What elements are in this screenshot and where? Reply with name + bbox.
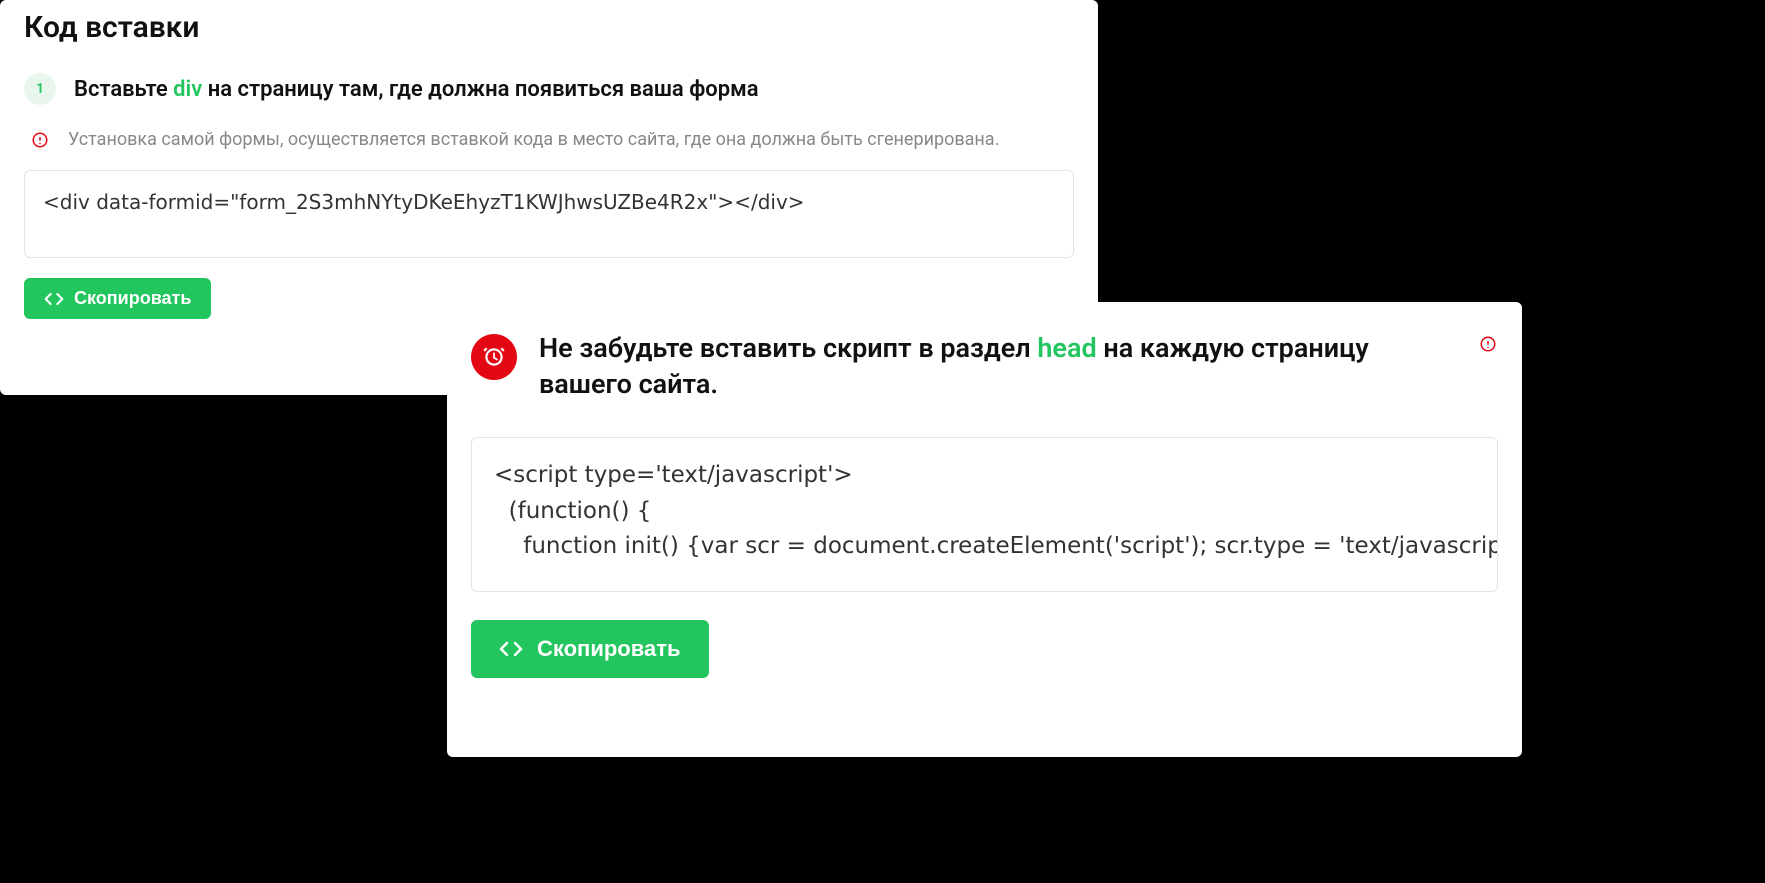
- step-text-after: на страницу там, где должна появиться ва…: [202, 77, 758, 102]
- reminder-header: Не забудьте вставить скрипт в раздел hea…: [471, 330, 1498, 403]
- card-title: Код вставки: [24, 10, 1074, 45]
- step-number-badge: 1: [24, 73, 56, 105]
- step-keyword: div: [173, 77, 202, 102]
- reminder-keyword: head: [1037, 332, 1096, 364]
- script-code-box[interactable]: <script type='text/javascript'> (functio…: [471, 437, 1498, 592]
- copy-div-button[interactable]: Скопировать: [24, 278, 211, 319]
- info-icon: [30, 130, 50, 150]
- info-icon[interactable]: [1478, 334, 1498, 354]
- code-icon: [499, 637, 523, 661]
- info-text: Установка самой формы, осуществляется вс…: [68, 129, 999, 150]
- info-row: Установка самой формы, осуществляется вс…: [24, 129, 1074, 150]
- reminder-text: Не забудьте вставить скрипт в раздел hea…: [539, 330, 1450, 403]
- alarm-icon: [471, 334, 517, 380]
- step-instruction: Вставьте div на страницу там, где должна…: [74, 77, 759, 102]
- copy-script-button[interactable]: Скопировать: [471, 620, 709, 678]
- step-text-before: Вставьте: [74, 77, 173, 102]
- div-code-box[interactable]: <div data-formid="form_2S3mhNYtyDKeEhyzT…: [24, 170, 1074, 258]
- reminder-before: Не забудьте вставить скрипт в раздел: [539, 332, 1037, 364]
- step-row: 1 Вставьте div на страницу там, где долж…: [24, 73, 1074, 105]
- copy-div-label: Скопировать: [74, 288, 191, 309]
- code-icon: [44, 289, 64, 309]
- copy-script-label: Скопировать: [537, 636, 681, 662]
- script-reminder-card: Не забудьте вставить скрипт в раздел hea…: [447, 302, 1522, 757]
